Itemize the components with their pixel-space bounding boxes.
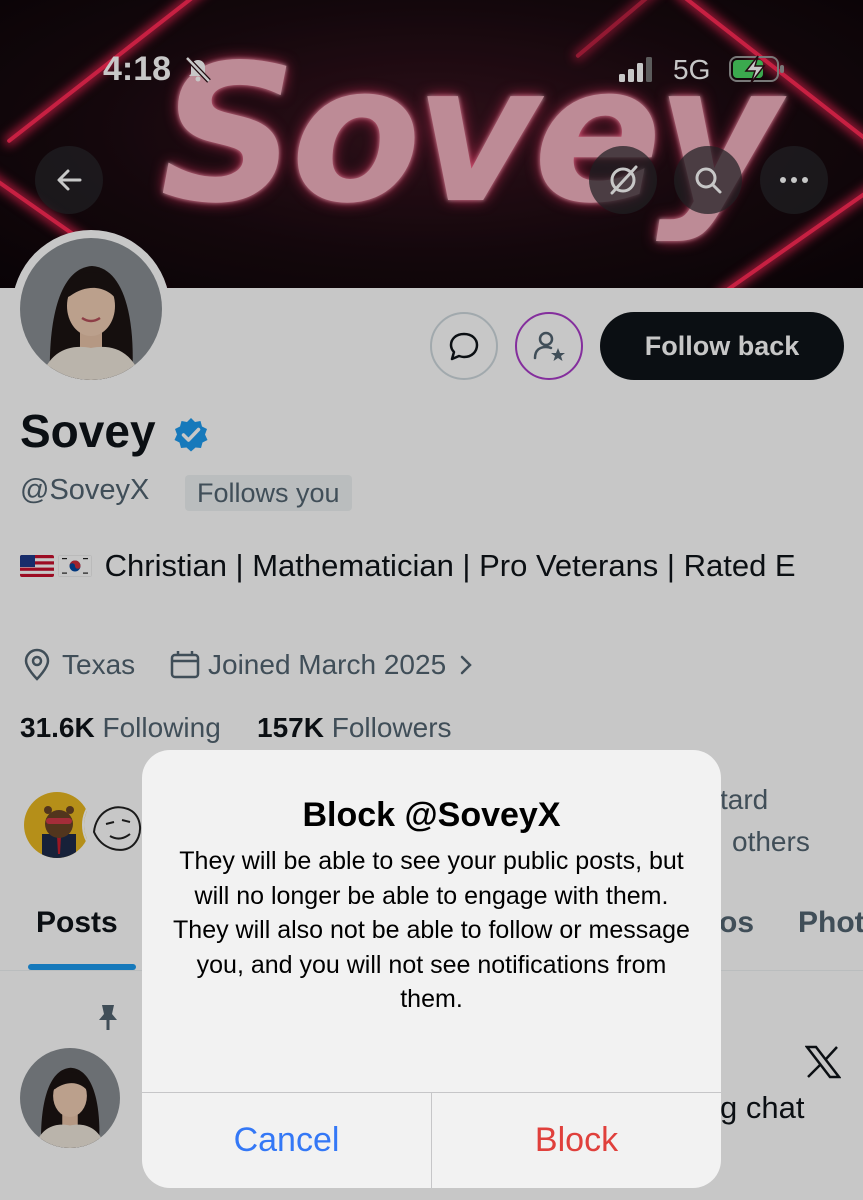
block-button[interactable]: Block (432, 1093, 721, 1188)
dialog-message: They will be able to see your public pos… (173, 847, 690, 1013)
cancel-button[interactable]: Cancel (142, 1093, 431, 1188)
block-dialog: Block @SoveyX They will be able to see y… (142, 750, 721, 1188)
dialog-title: Block @SoveyX (302, 796, 561, 834)
